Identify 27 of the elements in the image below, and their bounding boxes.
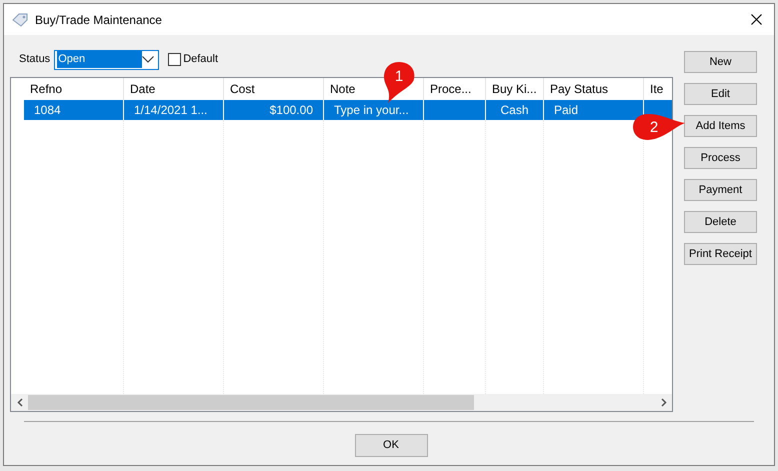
chevron-down-icon <box>142 56 154 63</box>
chevron-left-icon <box>16 398 22 407</box>
status-dropdown[interactable]: Open <box>54 50 160 70</box>
chevron-right-icon <box>660 398 666 407</box>
action-button[interactable]: Add Items <box>684 115 757 137</box>
action-button[interactable]: Payment <box>684 179 757 201</box>
action-button[interactable]: New <box>684 51 757 73</box>
ok-button[interactable]: OK <box>354 434 428 457</box>
table-row[interactable]: 1084 1/14/2021 1... $100.00 Type in your... Cash Paid <box>24 100 672 120</box>
table-cell-text: 1084 <box>34 102 61 119</box>
window-title: Buy/Trade Maintenance <box>35 12 163 28</box>
default-checkbox[interactable]: Default <box>168 51 218 68</box>
action-button[interactable]: Process <box>684 147 757 169</box>
table-cell-text: $100.00 <box>270 102 313 119</box>
table-cell-text: Type in your... <box>334 102 409 119</box>
table-cell-text: 1/14/2021 1... <box>134 102 208 119</box>
scrollbar-thumb[interactable] <box>28 395 474 410</box>
table-cell-text: Paid <box>554 102 578 119</box>
close-icon <box>750 14 762 25</box>
status-label: Status <box>19 52 50 68</box>
tag-icon <box>12 12 28 26</box>
action-button[interactable]: Delete <box>684 211 757 233</box>
action-button[interactable]: Edit <box>684 83 757 105</box>
horizontal-scrollbar[interactable] <box>11 394 672 411</box>
callout-marker: 2 <box>632 111 686 143</box>
action-button[interactable]: Print Receipt <box>684 243 757 265</box>
table-cell-text: Cash <box>500 102 528 119</box>
